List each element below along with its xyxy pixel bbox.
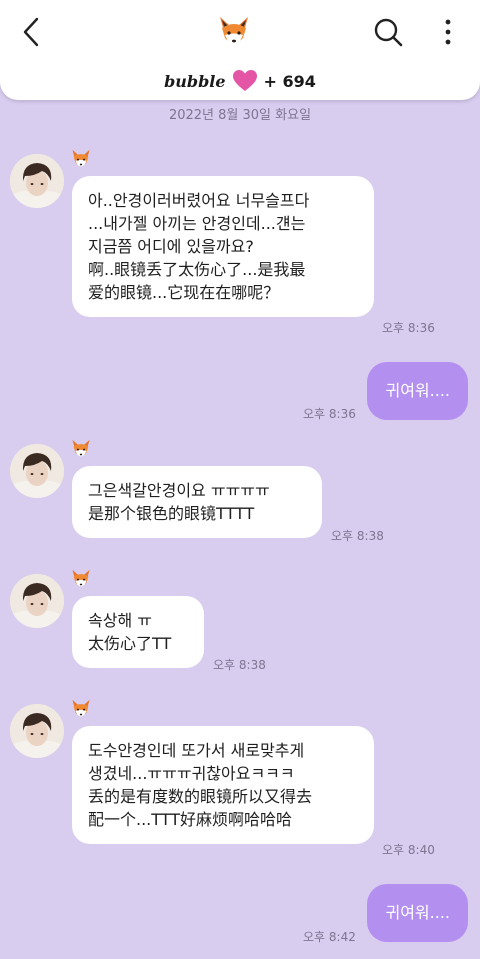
message-line: 丢的是有度数的眼镜所以又得去 xyxy=(88,787,313,806)
bubble-count: + 694 xyxy=(263,71,316,91)
message-line: 지금쯤 어디에 있을까요? xyxy=(88,237,254,256)
message-time: 오후 8:38 xyxy=(213,658,266,672)
search-button[interactable] xyxy=(370,14,406,50)
more-options-button[interactable] xyxy=(436,14,460,50)
sender-avatar[interactable] xyxy=(10,574,64,628)
message-time: 오후 8:36 xyxy=(382,321,435,335)
sender-avatar[interactable] xyxy=(10,154,64,208)
fox-icon xyxy=(70,438,92,460)
fox-logo xyxy=(216,14,252,50)
message-line: 그은색갈안경이요 ㅠㅠㅠㅠ xyxy=(88,481,270,500)
sender-avatar[interactable] xyxy=(10,704,64,758)
message-line: 爱的眼镜...它现在在哪呢？ xyxy=(88,283,280,302)
top-bar xyxy=(0,0,480,66)
message-time: 오후 8:42 xyxy=(303,930,356,944)
received-message: 속상해 ㅠ 太伤心了TT xyxy=(72,596,204,668)
date-divider: 2022년 8월 30일 화요일 xyxy=(168,108,312,123)
bubble-counter-bar: bubble + 694 xyxy=(0,62,480,100)
message-line: ...내가젤 아끼는 안경인데...걘는 xyxy=(88,214,306,233)
fox-icon xyxy=(70,568,92,590)
message-line: 啊..眼镜丢了太伤心了...是我最 xyxy=(88,260,306,279)
sender-avatar[interactable] xyxy=(10,444,64,498)
message-time: 오후 8:36 xyxy=(303,407,356,421)
message-time: 오후 8:38 xyxy=(331,529,384,543)
search-icon xyxy=(374,18,403,47)
received-message: 그은색갈안경이요 ㅠㅠㅠㅠ 是那个银色的眼镜TTTT xyxy=(72,466,322,538)
back-button[interactable] xyxy=(14,14,50,50)
message-time: 오후 8:40 xyxy=(382,843,435,857)
received-message: 도수안경인데 또가서 새로맞추게 생겼네...ㅠㅠㅠ귀찮아요ㅋㅋㅋ 丢的是有度数… xyxy=(72,726,374,844)
message-line: 太伤心了TT xyxy=(88,634,172,653)
message-line: 아..안경이러버렸어요 너무슬프다 xyxy=(88,191,310,210)
bubble-brand-label: bubble xyxy=(164,71,226,91)
sent-message: 귀여워.... xyxy=(367,362,468,420)
fox-icon xyxy=(220,17,248,44)
more-vertical-icon xyxy=(445,19,451,45)
received-message: 아..안경이러버렸어요 너무슬프다 ...내가젤 아끼는 안경인데...걘는 지… xyxy=(72,176,374,317)
heart-icon xyxy=(232,70,257,91)
sent-message: 귀여워.... xyxy=(367,884,468,942)
message-line: 도수안경인데 또가서 새로맞추게 xyxy=(88,741,305,760)
fox-icon xyxy=(70,698,92,720)
message-line: 속상해 ㅠ xyxy=(88,611,152,630)
message-line: 配一个...TTT好麻烦啊哈哈哈 xyxy=(88,810,293,829)
message-line: 생겼네...ㅠㅠㅠ귀찮아요ㅋㅋㅋ xyxy=(88,764,295,783)
back-arrow-icon xyxy=(23,17,39,47)
message-line: 是那个银色的眼镜TTTT xyxy=(88,504,255,523)
fox-icon xyxy=(70,148,92,170)
